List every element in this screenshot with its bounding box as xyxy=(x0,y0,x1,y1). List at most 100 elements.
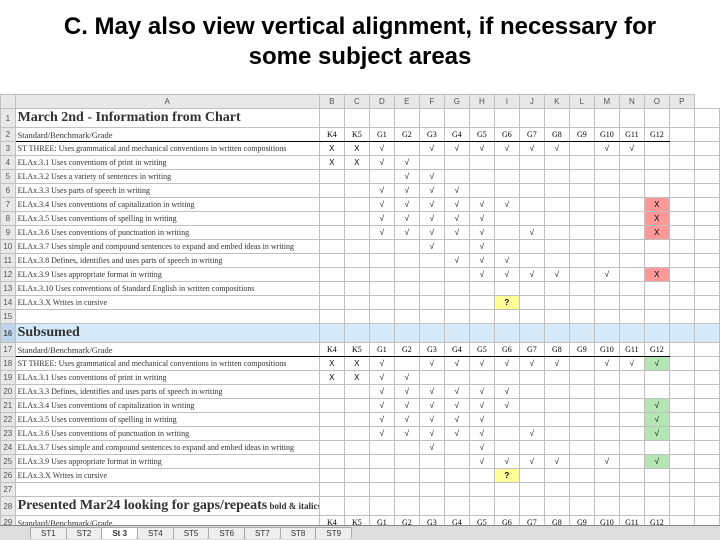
sheet-row[interactable]: 13ELAx.3.10 Uses conventions of Standard… xyxy=(1,282,720,296)
cell[interactable] xyxy=(669,371,694,385)
cell[interactable] xyxy=(694,385,719,399)
check-cell[interactable]: √ xyxy=(444,254,469,268)
check-cell[interactable] xyxy=(319,240,344,254)
check-cell[interactable] xyxy=(594,226,619,240)
check-cell[interactable] xyxy=(394,254,419,268)
col-header[interactable]: F xyxy=(419,95,444,109)
cell[interactable] xyxy=(469,324,494,343)
check-cell[interactable]: √ xyxy=(519,226,544,240)
check-cell[interactable] xyxy=(419,310,444,324)
row-number[interactable]: 26 xyxy=(1,469,16,483)
check-cell[interactable]: √ xyxy=(494,357,519,371)
standard-label[interactable]: ELAx.3.9 Uses appropriate format in writ… xyxy=(15,268,319,282)
check-cell[interactable]: √ xyxy=(419,413,444,427)
check-cell[interactable] xyxy=(569,170,594,184)
cell[interactable] xyxy=(519,497,544,516)
cell[interactable] xyxy=(394,497,419,516)
check-cell[interactable] xyxy=(594,282,619,296)
check-cell[interactable]: √ xyxy=(544,142,569,156)
grade-header[interactable]: K5 xyxy=(344,128,369,142)
check-cell[interactable] xyxy=(344,413,369,427)
cell[interactable] xyxy=(669,254,694,268)
check-cell[interactable] xyxy=(594,170,619,184)
check-cell[interactable] xyxy=(569,198,594,212)
grade-header[interactable]: G6 xyxy=(494,343,519,357)
check-cell[interactable]: √ xyxy=(519,268,544,282)
check-cell[interactable] xyxy=(394,296,419,310)
check-cell[interactable] xyxy=(444,455,469,469)
sheet-tab[interactable]: ST5 xyxy=(173,527,210,539)
col-header[interactable]: O xyxy=(644,95,669,109)
check-cell[interactable]: √ xyxy=(419,226,444,240)
check-cell[interactable] xyxy=(319,469,344,483)
check-cell[interactable]: √ xyxy=(619,357,644,371)
cell[interactable] xyxy=(394,109,419,128)
cell[interactable] xyxy=(669,324,694,343)
cell[interactable] xyxy=(494,324,519,343)
check-cell[interactable] xyxy=(619,198,644,212)
grade-header[interactable]: G4 xyxy=(444,128,469,142)
check-cell[interactable] xyxy=(469,371,494,385)
check-cell[interactable] xyxy=(494,413,519,427)
cell[interactable] xyxy=(669,441,694,455)
check-cell[interactable] xyxy=(444,469,469,483)
cell[interactable] xyxy=(619,324,644,343)
cell[interactable] xyxy=(694,226,719,240)
standard-label[interactable]: ELAx.3.3 Defines, identifies and uses pa… xyxy=(15,385,319,399)
check-cell[interactable] xyxy=(344,385,369,399)
cell[interactable] xyxy=(444,324,469,343)
cell[interactable] xyxy=(594,497,619,516)
cell[interactable] xyxy=(669,212,694,226)
sheet-row[interactable]: 25ELAx.3.9 Uses appropriate format in wr… xyxy=(1,455,720,469)
check-cell[interactable] xyxy=(344,254,369,268)
sheet-row[interactable]: 28Presented Mar24 looking for gaps/repea… xyxy=(1,497,720,516)
col-header[interactable]: I xyxy=(494,95,519,109)
row-number[interactable]: 10 xyxy=(1,240,16,254)
check-cell[interactable]: √ xyxy=(519,142,544,156)
standard-label[interactable]: ELAx.3.7 Uses simple and compound senten… xyxy=(15,240,319,254)
check-cell[interactable] xyxy=(519,282,544,296)
check-cell[interactable]: √ xyxy=(394,184,419,198)
cell[interactable] xyxy=(669,455,694,469)
cell[interactable] xyxy=(694,413,719,427)
sheet-row[interactable]: 9ELAx.3.6 Uses conventions of punctuatio… xyxy=(1,226,720,240)
row-number[interactable]: 20 xyxy=(1,385,16,399)
check-cell[interactable] xyxy=(569,427,594,441)
check-cell[interactable] xyxy=(519,198,544,212)
cell[interactable] xyxy=(644,497,669,516)
check-cell[interactable] xyxy=(369,170,394,184)
cell[interactable] xyxy=(319,109,344,128)
col-header[interactable]: N xyxy=(619,95,644,109)
check-cell[interactable]: √ xyxy=(419,184,444,198)
cell[interactable] xyxy=(694,170,719,184)
check-cell[interactable] xyxy=(619,212,644,226)
check-cell[interactable] xyxy=(569,296,594,310)
check-cell[interactable] xyxy=(394,441,419,455)
row-number[interactable]: 22 xyxy=(1,413,16,427)
check-cell[interactable] xyxy=(544,469,569,483)
sheet-row[interactable]: 8ELAx.3.5 Uses conventions of spelling i… xyxy=(1,212,720,226)
row-number[interactable]: 27 xyxy=(1,483,16,497)
check-cell[interactable] xyxy=(594,399,619,413)
cell[interactable] xyxy=(419,497,444,516)
col-header[interactable]: E xyxy=(394,95,419,109)
row-number[interactable]: 6 xyxy=(1,184,16,198)
check-cell[interactable]: √ xyxy=(369,142,394,156)
check-cell[interactable] xyxy=(594,441,619,455)
check-cell[interactable] xyxy=(544,212,569,226)
grade-header[interactable]: G10 xyxy=(594,343,619,357)
check-cell[interactable] xyxy=(519,399,544,413)
check-cell[interactable] xyxy=(344,212,369,226)
check-cell[interactable] xyxy=(569,212,594,226)
standard-label[interactable]: ELAx.3.X Writes in cursive xyxy=(15,296,319,310)
check-cell[interactable] xyxy=(344,268,369,282)
cell[interactable] xyxy=(669,413,694,427)
check-cell[interactable]: √ xyxy=(469,142,494,156)
col-header[interactable]: P xyxy=(669,95,694,109)
sheet-row[interactable]: 11ELAx.3.8 Defines, identifies and uses … xyxy=(1,254,720,268)
sheet-row[interactable]: 1March 2nd - Information from Chart xyxy=(1,109,720,128)
check-cell[interactable] xyxy=(394,310,419,324)
row-number[interactable]: 2 xyxy=(1,128,16,142)
cell[interactable] xyxy=(694,184,719,198)
sheet-tab[interactable]: ST7 xyxy=(244,527,281,539)
